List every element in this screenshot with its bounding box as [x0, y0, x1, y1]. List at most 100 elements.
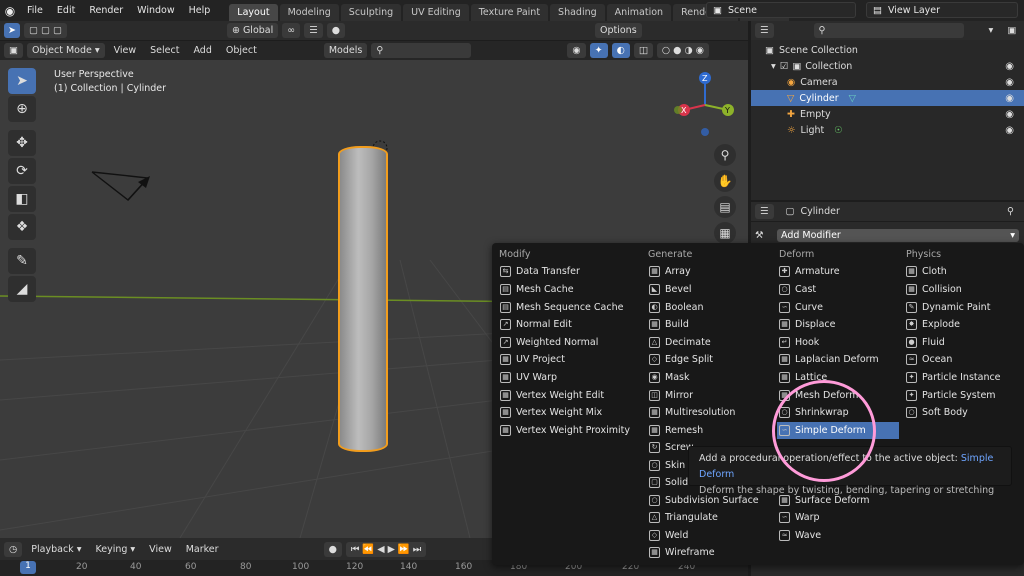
- snap-icon[interactable]: ☰: [304, 23, 323, 38]
- object-mode-dropdown[interactable]: Object Mode ▾: [26, 43, 105, 58]
- tab-sculpting[interactable]: Sculpting: [340, 4, 402, 21]
- modifier-item[interactable]: ▤ Mesh Sequence Cache: [498, 299, 638, 316]
- modifier-item[interactable]: ✚ Armature: [777, 263, 899, 280]
- search-input[interactable]: ⚲: [371, 43, 472, 58]
- menu-edit[interactable]: Edit: [50, 5, 82, 16]
- menu-select[interactable]: Select: [145, 43, 184, 58]
- pivot-icon[interactable]: ∞: [282, 23, 301, 38]
- modifier-item[interactable]: ▦ Displace: [777, 316, 899, 333]
- menu-render[interactable]: Render: [82, 5, 130, 16]
- menu-view[interactable]: View: [109, 43, 142, 58]
- menu-file[interactable]: File: [20, 5, 50, 16]
- tab-modeling[interactable]: Modeling: [279, 4, 339, 21]
- modifier-item[interactable]: ○ Cast: [777, 281, 899, 298]
- modifier-item[interactable]: ✦ Particle Instance: [904, 369, 1016, 386]
- modifier-item[interactable]: ✸ Explode: [904, 316, 1016, 333]
- modifier-item[interactable]: ▦ Build: [647, 316, 769, 333]
- outliner-row-empty[interactable]: ✚ Empty ◉: [751, 106, 1024, 122]
- eye-icon[interactable]: ◉: [1005, 61, 1014, 72]
- pin-icon[interactable]: ⚲: [1007, 206, 1014, 217]
- modifier-item[interactable]: ● Fluid: [904, 334, 1016, 351]
- select-tool-icon[interactable]: ➤: [4, 23, 20, 38]
- options-button[interactable]: Options: [595, 23, 642, 38]
- modifier-item[interactable]: ▦ Vertex Weight Edit: [498, 387, 638, 404]
- current-frame-marker[interactable]: 1: [20, 561, 36, 574]
- modifier-item[interactable]: ▤ Mesh Cache: [498, 281, 638, 298]
- modifier-item[interactable]: ↵ Hook: [777, 334, 899, 351]
- modifier-item[interactable]: △ Decimate: [647, 334, 769, 351]
- modifier-item[interactable]: ▦ Array: [647, 263, 769, 280]
- rotate-tool-icon[interactable]: ⟳: [8, 158, 36, 184]
- editor-type-icon[interactable]: ▣: [4, 43, 23, 58]
- cylinder-object[interactable]: [338, 146, 388, 452]
- shading-modes-icons[interactable]: ○ ● ◑ ◉: [656, 43, 710, 58]
- modifier-item[interactable]: ◣ Bevel: [647, 281, 769, 298]
- modifier-item[interactable]: ∽ Curve: [777, 299, 899, 316]
- eye-icon[interactable]: ◉: [1005, 77, 1014, 88]
- timeline-view-menu[interactable]: View: [144, 542, 177, 557]
- modifier-item[interactable]: ▦ Vertex Weight Mix: [498, 404, 638, 421]
- transform-tool-icon[interactable]: ❖: [8, 214, 36, 240]
- modifier-item[interactable]: ↗ Normal Edit: [498, 316, 638, 333]
- filter-icon[interactable]: ▾: [984, 23, 999, 38]
- keying-menu[interactable]: Keying ▾: [90, 542, 140, 557]
- tab-shading[interactable]: Shading: [550, 4, 605, 21]
- tab-texture-paint[interactable]: Texture Paint: [470, 4, 549, 21]
- visibility-icon[interactable]: ◉: [567, 43, 586, 58]
- modifier-item[interactable]: ≈ Ocean: [904, 351, 1016, 368]
- add-modifier-dropdown[interactable]: Add Modifier ▾: [777, 229, 1019, 242]
- zoom-icon[interactable]: ⚲: [714, 144, 736, 166]
- camera-view-icon[interactable]: ▤: [714, 196, 736, 218]
- transform-orientation[interactable]: ⊕ Global: [226, 23, 279, 38]
- view-layer-selector[interactable]: ▤ View Layer: [866, 2, 1018, 18]
- move-tool-icon[interactable]: ✥: [8, 130, 36, 156]
- modifier-item[interactable]: ◫ Mirror: [647, 387, 769, 404]
- menu-help[interactable]: Help: [182, 5, 218, 16]
- modifier-item[interactable]: ▦ UV Project: [498, 351, 638, 368]
- eye-icon[interactable]: ◉: [1005, 93, 1014, 104]
- blender-logo-icon[interactable]: ◉: [0, 1, 20, 21]
- clock-icon[interactable]: ◷: [4, 541, 23, 557]
- annotate-tool-icon[interactable]: ✎: [8, 248, 36, 274]
- models-dropdown[interactable]: Models: [323, 43, 368, 58]
- menu-object[interactable]: Object: [221, 43, 262, 58]
- outliner-row-cylinder[interactable]: ▽ Cylinder ▽ ◉: [751, 90, 1024, 106]
- modifier-item[interactable]: ≈ Wave: [777, 527, 899, 544]
- modifier-item[interactable]: ▦ Wireframe: [647, 544, 769, 561]
- select-box-tool-icon[interactable]: ➤: [8, 68, 36, 94]
- modifier-item[interactable]: ◉ Mask: [647, 369, 769, 386]
- eye-icon[interactable]: ◉: [1005, 125, 1014, 136]
- modifier-item[interactable]: ▦ Collision: [904, 281, 1016, 298]
- measure-tool-icon[interactable]: ◢: [8, 276, 36, 302]
- navigation-gizmo[interactable]: Z Y X: [670, 70, 740, 140]
- modifier-item[interactable]: ▦ Cloth: [904, 263, 1016, 280]
- outliner-editor-icon[interactable]: ☰: [755, 23, 774, 38]
- modifier-item[interactable]: ↗ Weighted Normal: [498, 334, 638, 351]
- outliner-row-camera[interactable]: ◉ Camera ◉: [751, 74, 1024, 90]
- menu-window[interactable]: Window: [130, 5, 181, 16]
- modifier-item[interactable]: △ Triangulate: [647, 509, 769, 526]
- modifier-item[interactable]: ⇆ Data Transfer: [498, 263, 638, 280]
- modifier-item[interactable]: ▦ UV Warp: [498, 369, 638, 386]
- outliner-search-input[interactable]: ⚲: [813, 23, 964, 38]
- record-icon[interactable]: ●: [323, 541, 342, 557]
- outliner-row-collection[interactable]: ▾ ☑ ▣ Collection ◉: [751, 58, 1024, 74]
- select-mode-icons[interactable]: ▢ ▢ ▢: [24, 23, 67, 38]
- tab-uv-editing[interactable]: UV Editing: [403, 4, 469, 21]
- outliner-row-light[interactable]: ☼ Light ☉ ◉: [751, 122, 1024, 138]
- modifier-item[interactable]: ▦ Remesh: [647, 422, 769, 439]
- outliner-row-scene-collection[interactable]: ▣ Scene Collection: [751, 42, 1024, 58]
- cursor-tool-icon[interactable]: ⊕: [8, 96, 36, 122]
- tab-layout[interactable]: Layout: [229, 4, 278, 21]
- new-collection-icon[interactable]: ▣: [1002, 23, 1021, 38]
- proportional-edit-icon[interactable]: ●: [326, 23, 345, 38]
- marker-menu[interactable]: Marker: [181, 542, 224, 557]
- eye-icon[interactable]: ◉: [1005, 109, 1014, 120]
- modifier-item[interactable]: ✦ Particle System: [904, 387, 1016, 404]
- tab-animation[interactable]: Animation: [606, 4, 672, 21]
- checkbox-icon[interactable]: ☑: [780, 61, 789, 72]
- modifier-item[interactable]: ○ Soft Body: [904, 404, 1016, 421]
- modifier-item[interactable]: ▦ Multiresolution: [647, 404, 769, 421]
- overlay-toggle-icon[interactable]: ◐: [611, 43, 630, 58]
- tool-properties-icon[interactable]: ⚒: [755, 230, 764, 241]
